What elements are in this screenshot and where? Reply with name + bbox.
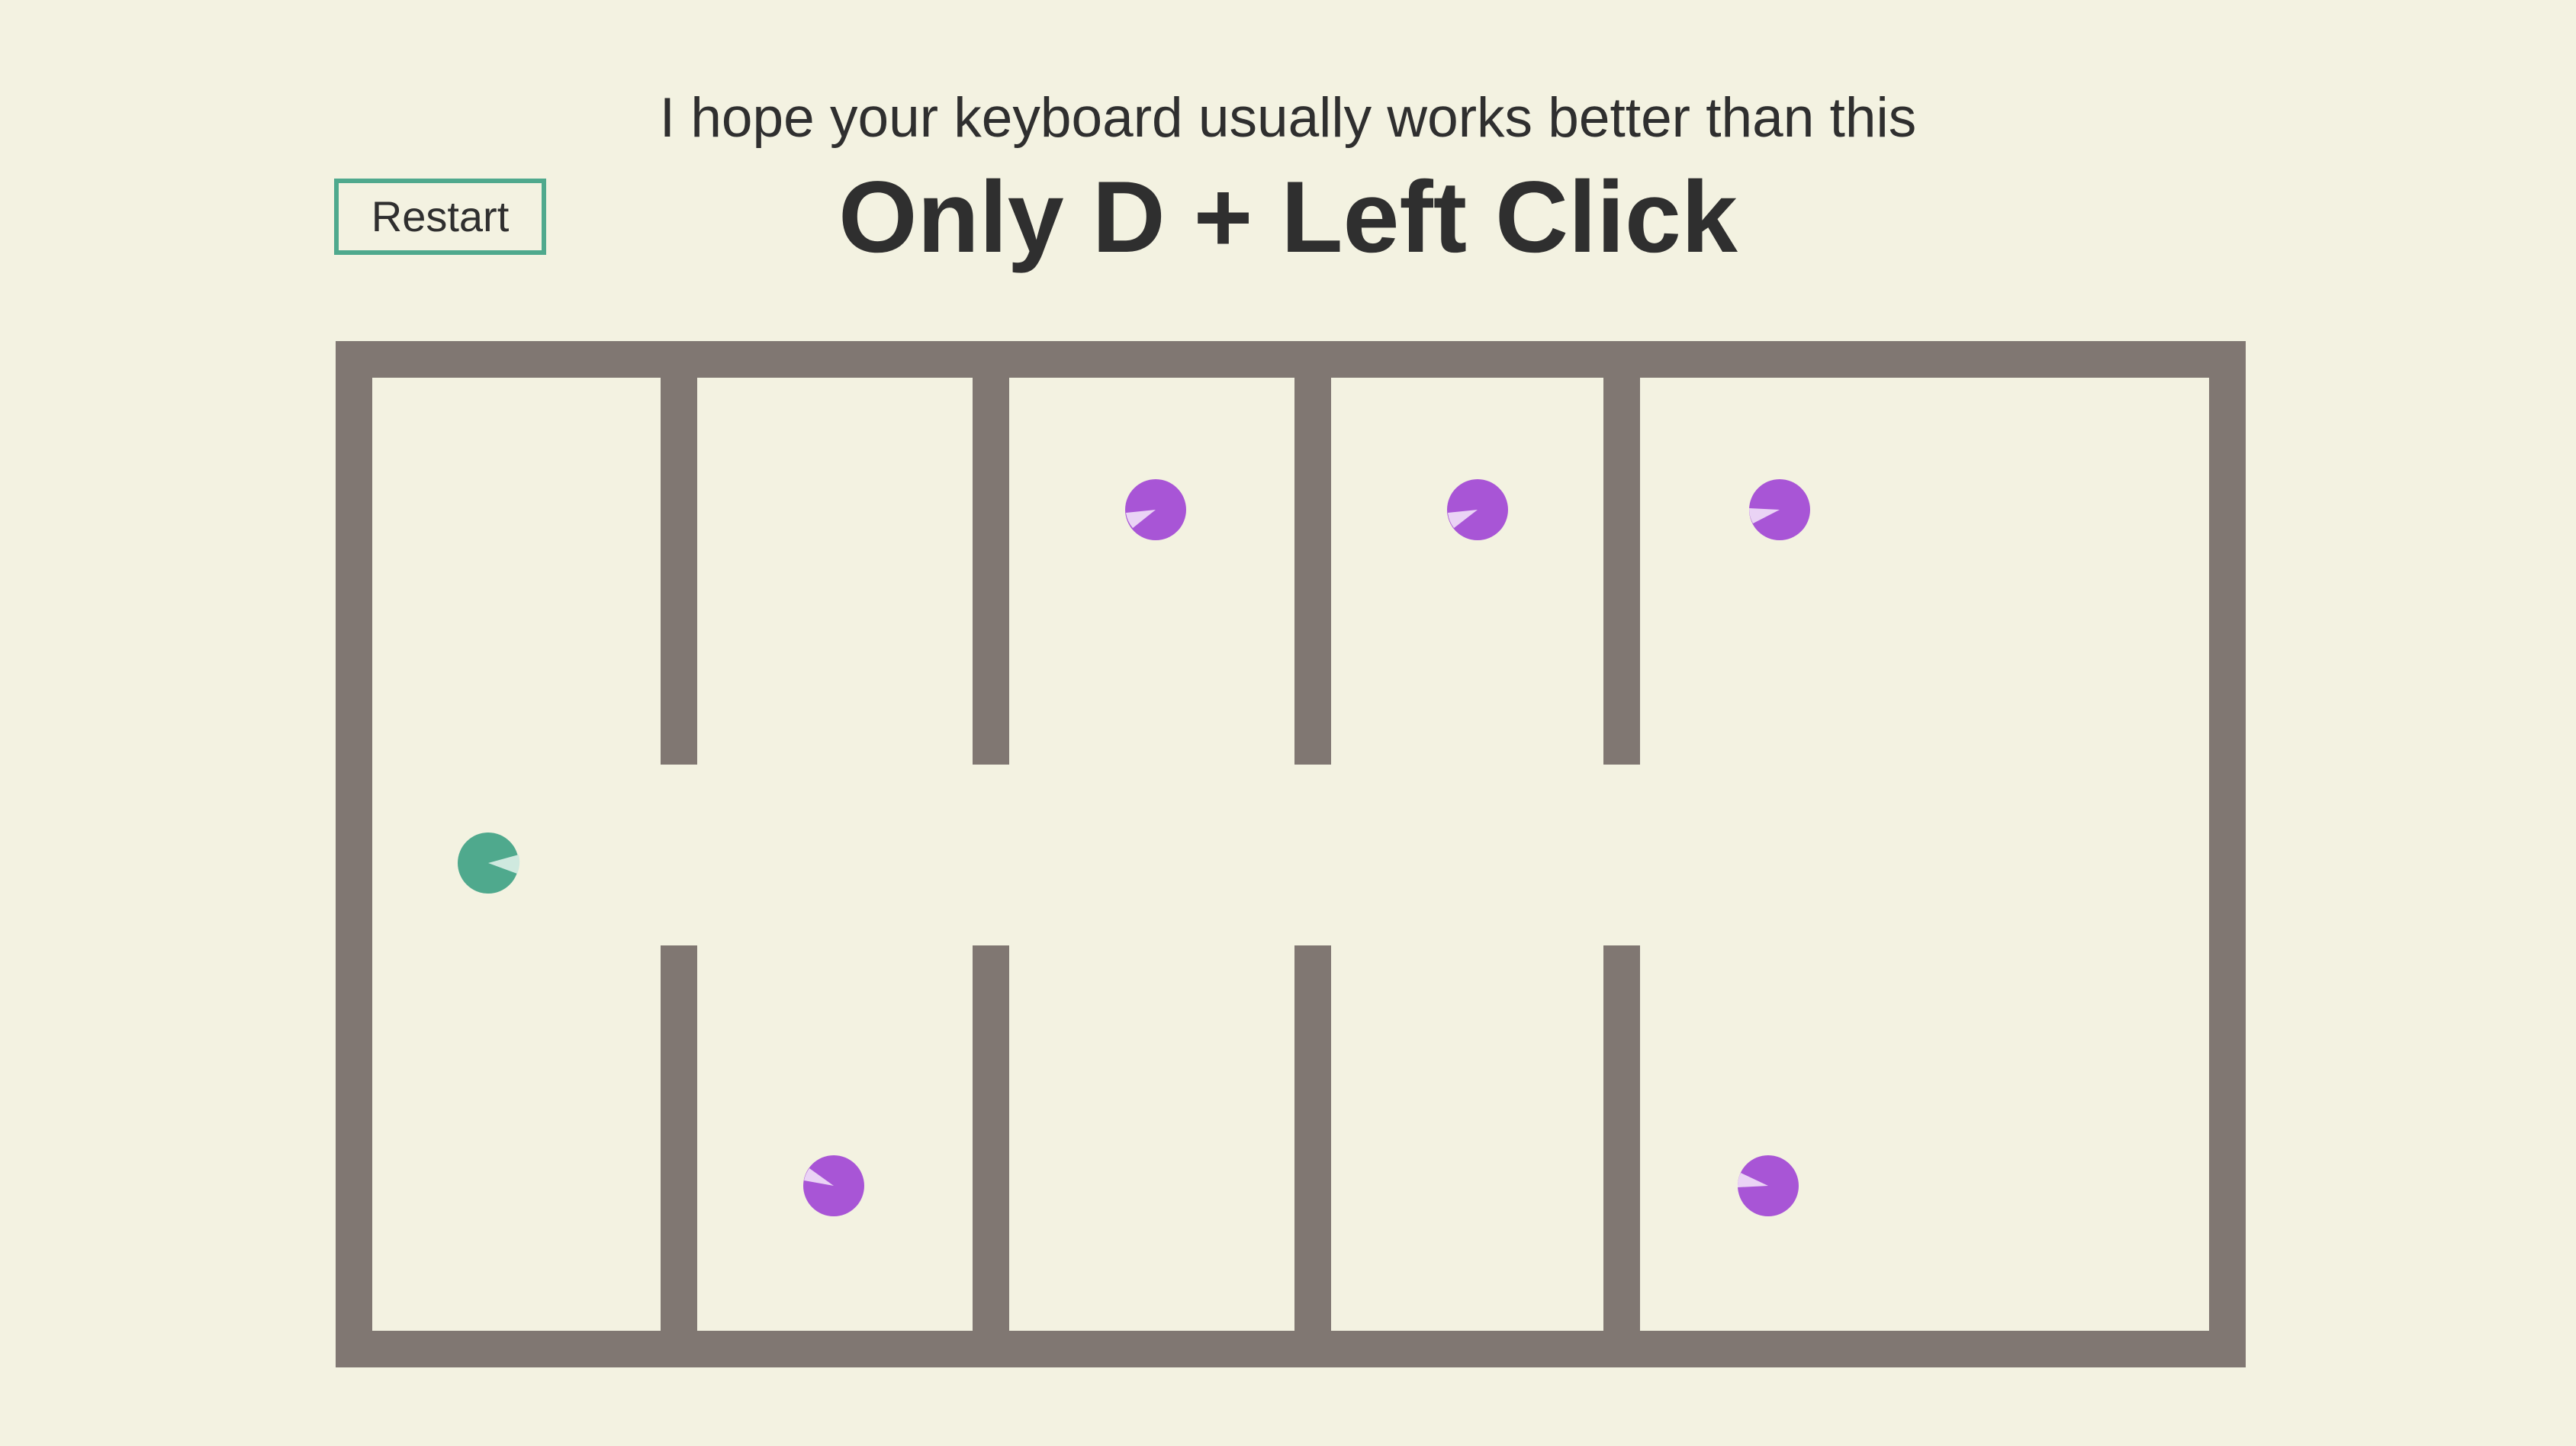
wall-right: [2209, 341, 2246, 1367]
divider-top-3: [1294, 378, 1331, 765]
enemy-icon: [1447, 479, 1508, 540]
divider-top-4: [1603, 378, 1640, 765]
wall-top: [336, 341, 2246, 378]
enemy-icon: [1737, 1155, 1799, 1216]
divider-bottom-2: [973, 945, 1009, 1331]
wall-left: [336, 341, 372, 1367]
subtitle: I hope your keyboard usually works bette…: [659, 87, 1917, 149]
divider-bottom-1: [661, 945, 697, 1331]
wall-bottom: [336, 1331, 2246, 1367]
restart-button[interactable]: Restart: [334, 179, 546, 255]
enemy-icon: [1748, 479, 1810, 540]
enemy-icon: [803, 1155, 864, 1216]
divider-top-1: [661, 378, 697, 765]
player-icon: [458, 832, 520, 894]
divider-top-2: [973, 378, 1009, 765]
divider-bottom-4: [1603, 945, 1640, 1331]
enemy-icon: [1125, 479, 1186, 540]
divider-bottom-3: [1294, 945, 1331, 1331]
